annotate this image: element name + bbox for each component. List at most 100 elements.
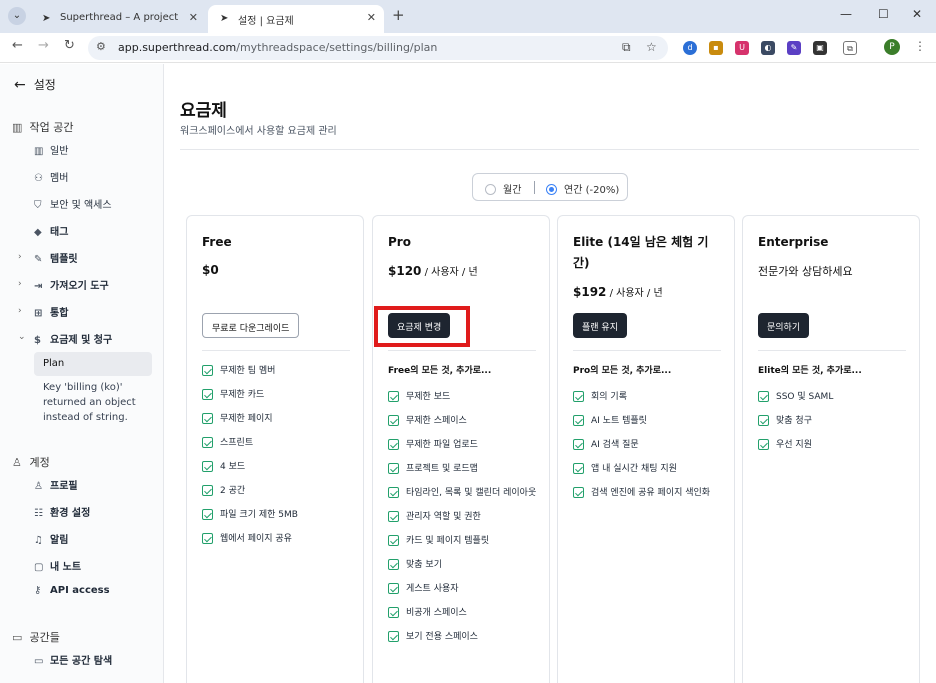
browser-tab-settings[interactable]: ➤ 설정 | 요금제 ✕ bbox=[208, 5, 384, 33]
bookmark-star-icon[interactable]: ☆ bbox=[646, 40, 657, 54]
keep-plan-button[interactable]: 플랜 유지 bbox=[573, 313, 627, 338]
yearly-radio[interactable] bbox=[546, 184, 557, 195]
feature-list: 무제한 팀 멤버 무제한 카드 무제한 페이지 스프린트 4 보드 2 공간 파… bbox=[202, 364, 354, 556]
building-icon: ▥ bbox=[12, 121, 23, 134]
close-tab-icon[interactable]: ✕ bbox=[367, 11, 376, 24]
sidebar-item-preferences[interactable]: ☷ 환경 설정 bbox=[34, 504, 90, 519]
check-icon bbox=[202, 461, 213, 472]
billing-period-toggle: 월간 연간 (-20%) bbox=[472, 173, 628, 201]
note-icon: ▢ bbox=[34, 562, 44, 573]
check-icon bbox=[573, 487, 584, 498]
superthread-favicon-icon: ➤ bbox=[220, 13, 229, 24]
feature-item: AI 노트 템플릿 bbox=[573, 414, 725, 428]
check-icon bbox=[758, 415, 769, 426]
minimize-icon[interactable]: — bbox=[840, 7, 852, 21]
yearly-option[interactable]: 연간 (-20%) bbox=[546, 181, 619, 196]
sidebar-item-members[interactable]: ⚇ 멤버 bbox=[34, 169, 68, 184]
url-text: app.superthread.com/mythreadspace/settin… bbox=[118, 41, 438, 54]
check-icon bbox=[573, 391, 584, 402]
forward-arrow-icon[interactable]: → bbox=[38, 38, 49, 53]
browser-tab-superthread[interactable]: ➤ Superthread – A project mana ✕ bbox=[30, 5, 206, 33]
folder-icon: ▭ bbox=[12, 631, 23, 644]
feature-item: 맞춤 청구 bbox=[758, 414, 910, 428]
feature-item: SSO 및 SAML bbox=[758, 390, 910, 404]
superthread-favicon-icon: ➤ bbox=[42, 13, 51, 24]
feature-list: SSO 및 SAML 맞춤 청구 우선 지원 bbox=[758, 390, 910, 462]
sidebar-item-integrations[interactable]: ⊞ 통합 bbox=[34, 304, 68, 319]
sidebar-item-billing[interactable]: $ 요금제 및 청구 bbox=[34, 331, 112, 346]
sidebar-item-tags[interactable]: ◆ 태그 bbox=[34, 223, 68, 238]
plan-lead-text: Pro의 모든 것, 추가로... bbox=[573, 366, 672, 376]
chevron-right-icon[interactable]: › bbox=[18, 306, 22, 316]
extensions-puzzle-icon[interactable]: ⧉ bbox=[843, 41, 857, 55]
check-icon bbox=[202, 365, 213, 376]
site-info-icon[interactable]: ⚙ bbox=[96, 40, 106, 53]
plan-lead-text: Elite의 모든 것, 추가로... bbox=[758, 366, 862, 376]
feature-item: 무제한 스페이스 bbox=[388, 414, 540, 428]
sidebar-item-browse-spaces[interactable]: ▭ 모든 공간 탐색 bbox=[34, 652, 112, 667]
downgrade-free-button[interactable]: 무료로 다운그레이드 bbox=[202, 313, 300, 338]
extension-icon[interactable]: d bbox=[683, 41, 697, 55]
plan-card-enterprise: Enterprise 전문가와 상담하세요 문의하기 Elite의 모든 것, … bbox=[742, 215, 920, 683]
translation-warning-text: Key 'billing (ko)' returned an object in… bbox=[43, 382, 136, 423]
check-icon bbox=[388, 415, 399, 426]
feature-item: AI 검색 질문 bbox=[573, 438, 725, 452]
grid-icon: ⊞ bbox=[34, 308, 43, 319]
close-window-icon[interactable]: ✕ bbox=[912, 7, 922, 21]
plan-card-pro: Pro $120 / 사용자 / 년 요금제 변경 Free의 모든 것, 추가… bbox=[372, 215, 550, 683]
check-icon bbox=[202, 533, 213, 544]
check-icon bbox=[388, 559, 399, 570]
plan-price: $120 / 사용자 / 년 bbox=[388, 264, 478, 278]
chevron-down-icon[interactable]: ⌄ bbox=[18, 332, 26, 342]
spaces-section-header: ▭ 공간들 bbox=[12, 631, 60, 644]
extension-icon[interactable]: ▪ bbox=[709, 41, 723, 55]
feature-item: 무제한 파일 업로드 bbox=[388, 438, 540, 452]
extension-icon[interactable]: U bbox=[735, 41, 749, 55]
extension-icon[interactable]: ▣ bbox=[813, 41, 827, 55]
address-bar[interactable]: ⚙ app.superthread.com/mythreadspace/sett… bbox=[88, 36, 668, 60]
close-tab-icon[interactable]: ✕ bbox=[189, 11, 198, 24]
sidebar-item-profile[interactable]: ♙ 프로필 bbox=[34, 477, 78, 492]
sidebar-item-general[interactable]: ▥ 일반 bbox=[34, 142, 68, 157]
chevron-right-icon[interactable]: › bbox=[18, 279, 22, 289]
maximize-icon[interactable]: ☐ bbox=[878, 7, 889, 21]
sidebar-item-security[interactable]: ⛉ 보안 및 액세스 bbox=[34, 196, 112, 211]
browser-tab-bar: ⌄ ➤ Superthread – A project mana ✕ ➤ 설정 … bbox=[0, 0, 936, 33]
chevron-right-icon[interactable]: › bbox=[18, 252, 22, 262]
back-to-app-button[interactable]: ← 설정 bbox=[14, 76, 56, 93]
check-icon bbox=[202, 485, 213, 496]
account-section-header: ♙ 계정 bbox=[12, 456, 50, 469]
plan-settings-page: 요금제 워크스페이스에서 사용할 요금제 관리 월간 연간 (-20%) Fre… bbox=[164, 64, 936, 683]
sidebar-item-plan[interactable]: Plan bbox=[34, 352, 152, 376]
extension-icon[interactable]: ✎ bbox=[787, 41, 801, 55]
new-tab-icon[interactable]: + bbox=[392, 6, 405, 24]
sliders-icon: ☷ bbox=[34, 508, 43, 519]
profile-avatar[interactable]: P bbox=[884, 39, 900, 55]
dollar-icon: $ bbox=[34, 335, 41, 346]
sidebar-item-templates[interactable]: ✎ 템플릿 bbox=[34, 250, 78, 265]
install-app-icon[interactable]: ⧉ bbox=[622, 40, 631, 55]
sidebar-item-notifications[interactable]: ♫ 알림 bbox=[34, 531, 68, 546]
person-icon: ♙ bbox=[34, 481, 43, 492]
check-icon bbox=[388, 631, 399, 642]
monthly-option[interactable]: 월간 bbox=[485, 181, 521, 196]
feature-item: 웹에서 페이지 공유 bbox=[202, 532, 354, 546]
check-icon bbox=[388, 463, 399, 474]
sidebar-item-my-notes[interactable]: ▢ 내 노트 bbox=[34, 558, 81, 573]
folder-icon: ▭ bbox=[34, 656, 44, 667]
tab-search-icon[interactable]: ⌄ bbox=[8, 7, 26, 25]
feature-item: 보기 전용 스페이스 bbox=[388, 630, 540, 644]
bell-icon: ♫ bbox=[34, 535, 43, 546]
feature-item: 무제한 보드 bbox=[388, 390, 540, 404]
monthly-radio[interactable] bbox=[485, 184, 496, 195]
settings-sidebar: ← 설정 ▥ 작업 공간 ▥ 일반 ⚇ 멤버 ⛉ 보안 및 액세스 ◆ 태그 › ✎ 템플릿… bbox=[0, 64, 164, 683]
back-arrow-icon[interactable]: ← bbox=[12, 38, 23, 53]
reload-icon[interactable]: ↻ bbox=[64, 38, 75, 53]
extension-icon[interactable]: ◐ bbox=[761, 41, 775, 55]
check-icon bbox=[202, 389, 213, 400]
check-icon bbox=[758, 391, 769, 402]
browser-menu-icon[interactable]: ⋮ bbox=[914, 39, 926, 53]
contact-us-button[interactable]: 문의하기 bbox=[758, 313, 810, 338]
sidebar-item-import[interactable]: ⇥ 가져오기 도구 bbox=[34, 277, 109, 292]
sidebar-item-api-access[interactable]: ⚷ API access bbox=[34, 585, 110, 596]
